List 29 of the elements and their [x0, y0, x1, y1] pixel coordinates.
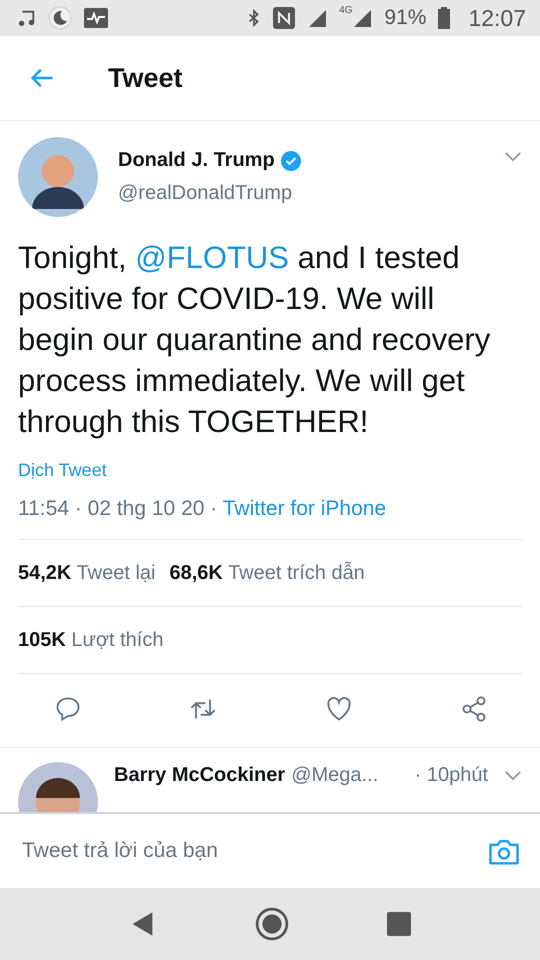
- author-name: Donald J. Trump: [118, 149, 275, 172]
- activity-icon: [84, 8, 108, 28]
- signal-icon: [307, 8, 328, 28]
- reply-icon[interactable]: [54, 695, 82, 723]
- reply-author: Barry McCockiner: [114, 764, 286, 786]
- avatar[interactable]: [18, 137, 98, 217]
- author-handle: @realDonaldTrump: [118, 182, 294, 205]
- clock: 12:07: [468, 4, 526, 32]
- heart-icon[interactable]: [324, 695, 353, 723]
- reply-handle: @Mega...: [291, 764, 378, 786]
- chevron-down-icon[interactable]: [504, 770, 522, 780]
- nfc-icon: [273, 7, 296, 29]
- page-title: Tweet: [108, 62, 183, 94]
- stat-text[interactable]: 68,6K Tweet trích dẫn: [170, 562, 365, 584]
- tweet-text: Tonight, @FLOTUS and I tested positive for COVID-19. We will begin our quarantine and recovery process immediately. We will get through this TOGETHER!: [18, 239, 492, 441]
- home-icon[interactable]: [255, 907, 289, 941]
- chevron-down-icon[interactable]: [504, 151, 522, 162]
- reply-time: · 10phút: [414, 764, 488, 786]
- music-icon: [18, 9, 36, 27]
- network-label: 4G: [339, 5, 352, 16]
- moon-icon: [48, 6, 72, 30]
- bluetooth-icon: [247, 8, 262, 28]
- battery-icon: [438, 7, 450, 29]
- stat-text[interactable]: 105K Lượt thích: [18, 628, 164, 652]
- battery-level: 91%: [384, 6, 426, 30]
- stat-text[interactable]: 54,2K Tweet lại: [18, 562, 156, 584]
- timestamp: 11:54 · 02 thg 10 20 ·: [18, 497, 218, 520]
- signal-icon: [352, 8, 372, 28]
- share-icon[interactable]: [460, 695, 488, 723]
